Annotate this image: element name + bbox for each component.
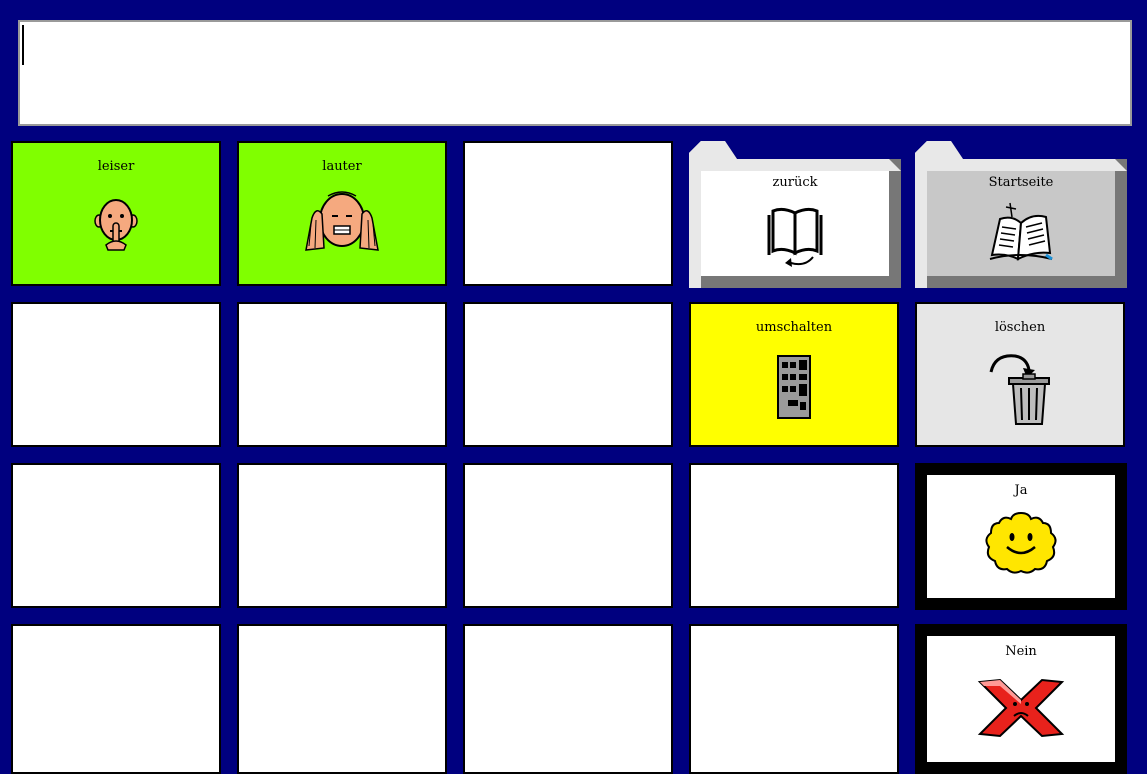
- zurueck-button[interactable]: zurück: [689, 141, 901, 288]
- empty-cell-r1c3[interactable]: [463, 141, 673, 286]
- startseite-button[interactable]: Startseite: [915, 141, 1127, 288]
- empty-cell-r3c1[interactable]: [11, 463, 221, 608]
- empty-cell-r3c4[interactable]: [689, 463, 899, 608]
- empty-cell-r4c2[interactable]: [237, 624, 447, 774]
- text-caret: [22, 25, 24, 65]
- keyboard-icon: [777, 355, 811, 419]
- red-x-icon: [977, 678, 1065, 738]
- ja-inner: Ja: [927, 475, 1115, 598]
- nein-label: Nein: [1005, 644, 1037, 659]
- empty-cell-r2c2[interactable]: [237, 302, 447, 447]
- startseite-label: Startseite: [988, 175, 1054, 190]
- lauter-label: lauter: [322, 159, 362, 174]
- zurueck-label: zurück: [772, 175, 818, 190]
- umschalten-button[interactable]: umschalten: [689, 302, 899, 447]
- face-covering-ears-icon: [305, 191, 379, 251]
- ja-label: Ja: [1014, 483, 1028, 498]
- loeschen-label: löschen: [994, 320, 1046, 335]
- book-back-icon: [767, 207, 823, 267]
- empty-cell-r2c1[interactable]: [11, 302, 221, 447]
- empty-cell-r2c3[interactable]: [463, 302, 673, 447]
- ja-button[interactable]: Ja: [915, 463, 1127, 610]
- smiley-icon: [985, 511, 1057, 574]
- nein-button[interactable]: Nein: [915, 624, 1127, 774]
- empty-cell-r3c2[interactable]: [237, 463, 447, 608]
- leiser-button[interactable]: leiser: [11, 141, 221, 286]
- umschalten-label: umschalten: [755, 320, 833, 335]
- leiser-label: leiser: [97, 159, 135, 174]
- trash-icon: [989, 354, 1050, 425]
- empty-cell-r4c3[interactable]: [463, 624, 673, 774]
- empty-cell-r4c4[interactable]: [689, 624, 899, 774]
- empty-cell-r4c1[interactable]: [11, 624, 221, 774]
- lauter-button[interactable]: lauter: [237, 141, 447, 286]
- message-bar[interactable]: [18, 20, 1132, 126]
- nein-inner: Nein: [927, 636, 1115, 762]
- open-book-icon: [989, 202, 1053, 261]
- empty-cell-r3c3[interactable]: [463, 463, 673, 608]
- loeschen-button[interactable]: löschen: [915, 302, 1125, 447]
- face-shush-icon: [94, 199, 138, 251]
